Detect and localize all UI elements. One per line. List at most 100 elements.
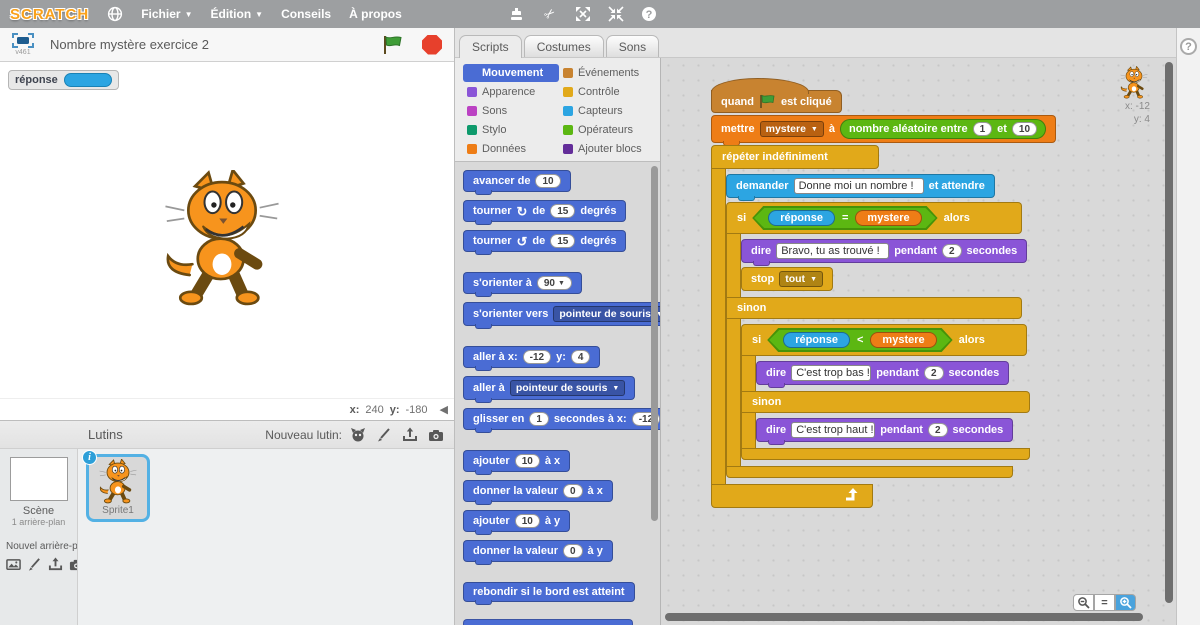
block-dropdown[interactable]: pointeur de souris▼ <box>510 380 626 396</box>
else-bar-inner[interactable]: sinon <box>741 391 1030 413</box>
grow-sprite-icon[interactable] <box>574 5 592 23</box>
block-text-input[interactable]: Bravo, tu as trouvé ! <box>776 243 889 259</box>
sprite-on-stage[interactable] <box>142 170 302 310</box>
category-stylo[interactable]: Stylo <box>463 121 559 139</box>
if-less-header[interactable]: siréponse<mysterealors <box>741 324 1027 356</box>
category-événements[interactable]: Événements <box>559 64 655 82</box>
block-number-input[interactable]: 2 <box>942 244 962 258</box>
block-ask-and-wait[interactable]: demanderDonne moi un nombre !et attendre <box>726 174 995 198</box>
block-number-input[interactable]: 0 <box>563 544 583 558</box>
block-stop-all[interactable]: stoptout▼ <box>741 267 833 291</box>
repeat-forever-header[interactable]: répéter indéfiniment <box>711 145 879 169</box>
language-globe-icon[interactable] <box>107 6 123 22</box>
zoom-out-button[interactable] <box>1073 594 1094 611</box>
block-text-input[interactable]: Donne moi un nombre ! <box>794 178 924 194</box>
scratch-logo[interactable]: SCRATCH <box>10 6 89 23</box>
category-capteurs[interactable]: Capteurs <box>559 102 655 120</box>
block-change-x[interactable]: ajouter10à x <box>463 450 570 472</box>
block-number-input[interactable]: 10 <box>535 174 560 188</box>
block-text-input[interactable]: C'est trop bas ! <box>791 365 871 381</box>
category-contrôle[interactable]: Contrôle <box>559 83 655 101</box>
block-number-input[interactable]: 1 <box>973 122 993 136</box>
category-données[interactable]: Données <box>463 140 559 158</box>
sprite-info-icon[interactable]: i <box>82 450 97 465</box>
scripts-canvas[interactable]: x: -12 y: 4 quandest cliqué mettremyster… <box>660 58 1176 625</box>
sprite-thumbnail-sprite1[interactable]: i Sprite1 <box>86 454 150 522</box>
category-sons[interactable]: Sons <box>463 102 559 120</box>
category-mouvement[interactable]: Mouvement <box>463 64 559 82</box>
block-go-to[interactable]: aller àpointeur de souris▼ <box>463 376 635 400</box>
zoom-in-button[interactable] <box>1115 594 1136 611</box>
paint-new-backdrop-icon[interactable] <box>27 556 42 572</box>
block-turn-ccw[interactable]: tourner↺de15degrés <box>463 230 626 252</box>
block-number-input[interactable]: -12 <box>523 350 551 364</box>
block-dropdown[interactable]: tout▼ <box>779 271 823 287</box>
else-bar[interactable]: sinon <box>726 297 1022 319</box>
block-number-input[interactable]: 2 <box>928 423 948 437</box>
category-apparence[interactable]: Apparence <box>463 83 559 101</box>
block-bounce-on-edge[interactable]: rebondir si le bord est atteint <box>463 582 635 602</box>
block-set-x[interactable]: donner la valeur0à x <box>463 480 613 502</box>
camera-backdrop-icon[interactable] <box>69 556 78 572</box>
upload-backdrop-icon[interactable] <box>48 556 63 572</box>
operator-reporter[interactable]: nombre aléatoire entre1et10 <box>840 119 1046 139</box>
block-point-in-direction[interactable]: s'orienter à90▼ <box>463 272 582 294</box>
shrink-sprite-icon[interactable] <box>607 5 625 23</box>
block-set-variable[interactable]: mettremystere▼ànombre aléatoire entre1et… <box>711 115 1056 143</box>
tab-sons[interactable]: Sons <box>606 35 659 57</box>
variable-reporter-mystere[interactable]: mystere <box>870 332 936 348</box>
variable-reporter-réponse[interactable]: réponse <box>783 332 850 348</box>
upload-sprite-icon[interactable] <box>402 427 418 443</box>
zoom-reset-button[interactable]: = <box>1094 594 1115 611</box>
block-number-input[interactable]: 0 <box>563 484 583 498</box>
block-number-input[interactable]: 4 <box>571 350 591 364</box>
partially-visible-block[interactable] <box>463 619 633 625</box>
help-icon[interactable]: ? <box>640 5 658 23</box>
block-number-input[interactable]: 15 <box>550 204 575 218</box>
block-turn-cw[interactable]: tourner↻de15degrés <box>463 200 626 222</box>
block-number-input[interactable]: 10 <box>1012 122 1037 136</box>
paint-new-sprite-icon[interactable] <box>376 427 392 443</box>
block-dropdown[interactable]: mystere▼ <box>760 121 824 137</box>
help-panel-icon[interactable]: ? <box>1180 38 1197 55</box>
block-if-else-less[interactable]: siréponse<mysterealors direC'est trop ba… <box>741 324 1030 460</box>
stage[interactable]: réponse <box>0 62 454 398</box>
menu-a-propos[interactable]: À propos <box>349 7 402 21</box>
tab-costumes[interactable]: Costumes <box>524 35 604 57</box>
block-number-input[interactable]: 2 <box>924 366 944 380</box>
block-if-else-equal[interactable]: siréponse=mysterealors direBravo, tu as … <box>726 202 1030 478</box>
block-dropdown[interactable]: pointeur de souris▼ <box>553 306 660 322</box>
boolean-operator[interactable]: réponse=mystere <box>752 206 937 230</box>
if-less-footer[interactable] <box>741 448 1030 460</box>
block-repeat-forever[interactable]: répéter indéfiniment demanderDonne moi u… <box>711 145 1030 508</box>
duplicate-stamp-icon[interactable] <box>508 5 526 23</box>
sprite-from-library-icon[interactable] <box>350 427 366 443</box>
backdrop-from-library-icon[interactable] <box>6 556 21 572</box>
variable-watcher-reponse[interactable]: réponse <box>8 70 119 90</box>
block-when-flag-clicked[interactable]: quandest cliqué <box>711 90 842 113</box>
menu-conseils[interactable]: Conseils <box>281 7 331 21</box>
canvas-horizontal-scrollbar[interactable] <box>665 613 1143 621</box>
block-point-towards[interactable]: s'orienter verspointeur de souris▼ <box>463 302 660 326</box>
menu-edition[interactable]: Édition▼ <box>211 7 264 21</box>
tab-scripts[interactable]: Scripts <box>459 35 522 58</box>
block-say-bravo[interactable]: direBravo, tu as trouvé !pendant2seconde… <box>741 239 1027 263</box>
block-glide[interactable]: glisser en1secondes à x:-12y: <box>463 408 660 430</box>
block-number-input[interactable]: 15 <box>550 234 575 248</box>
variable-reporter-réponse[interactable]: réponse <box>768 210 835 226</box>
canvas-vertical-scrollbar[interactable] <box>1165 62 1173 603</box>
delete-scissors-icon[interactable]: ✂ <box>537 1 562 26</box>
block-move-steps[interactable]: avancer de10 <box>463 170 571 192</box>
category-opérateurs[interactable]: Opérateurs <box>559 121 655 139</box>
repeat-forever-footer[interactable] <box>711 484 873 508</box>
menu-fichier[interactable]: Fichier▼ <box>141 7 192 21</box>
green-flag-button[interactable] <box>382 35 404 55</box>
block-say-too-high[interactable]: direC'est trop haut !pendant2secondes <box>756 418 1013 442</box>
block-change-y[interactable]: ajouter10à y <box>463 510 570 532</box>
palette-scrollbar[interactable] <box>651 166 658 521</box>
block-go-to-xy[interactable]: aller à x:-12y:4 <box>463 346 600 368</box>
block-number-input[interactable]: 10 <box>515 454 540 468</box>
block-number-dropdown[interactable]: 90▼ <box>537 276 572 290</box>
camera-sprite-icon[interactable] <box>428 427 444 443</box>
block-number-input[interactable]: 1 <box>529 412 549 426</box>
